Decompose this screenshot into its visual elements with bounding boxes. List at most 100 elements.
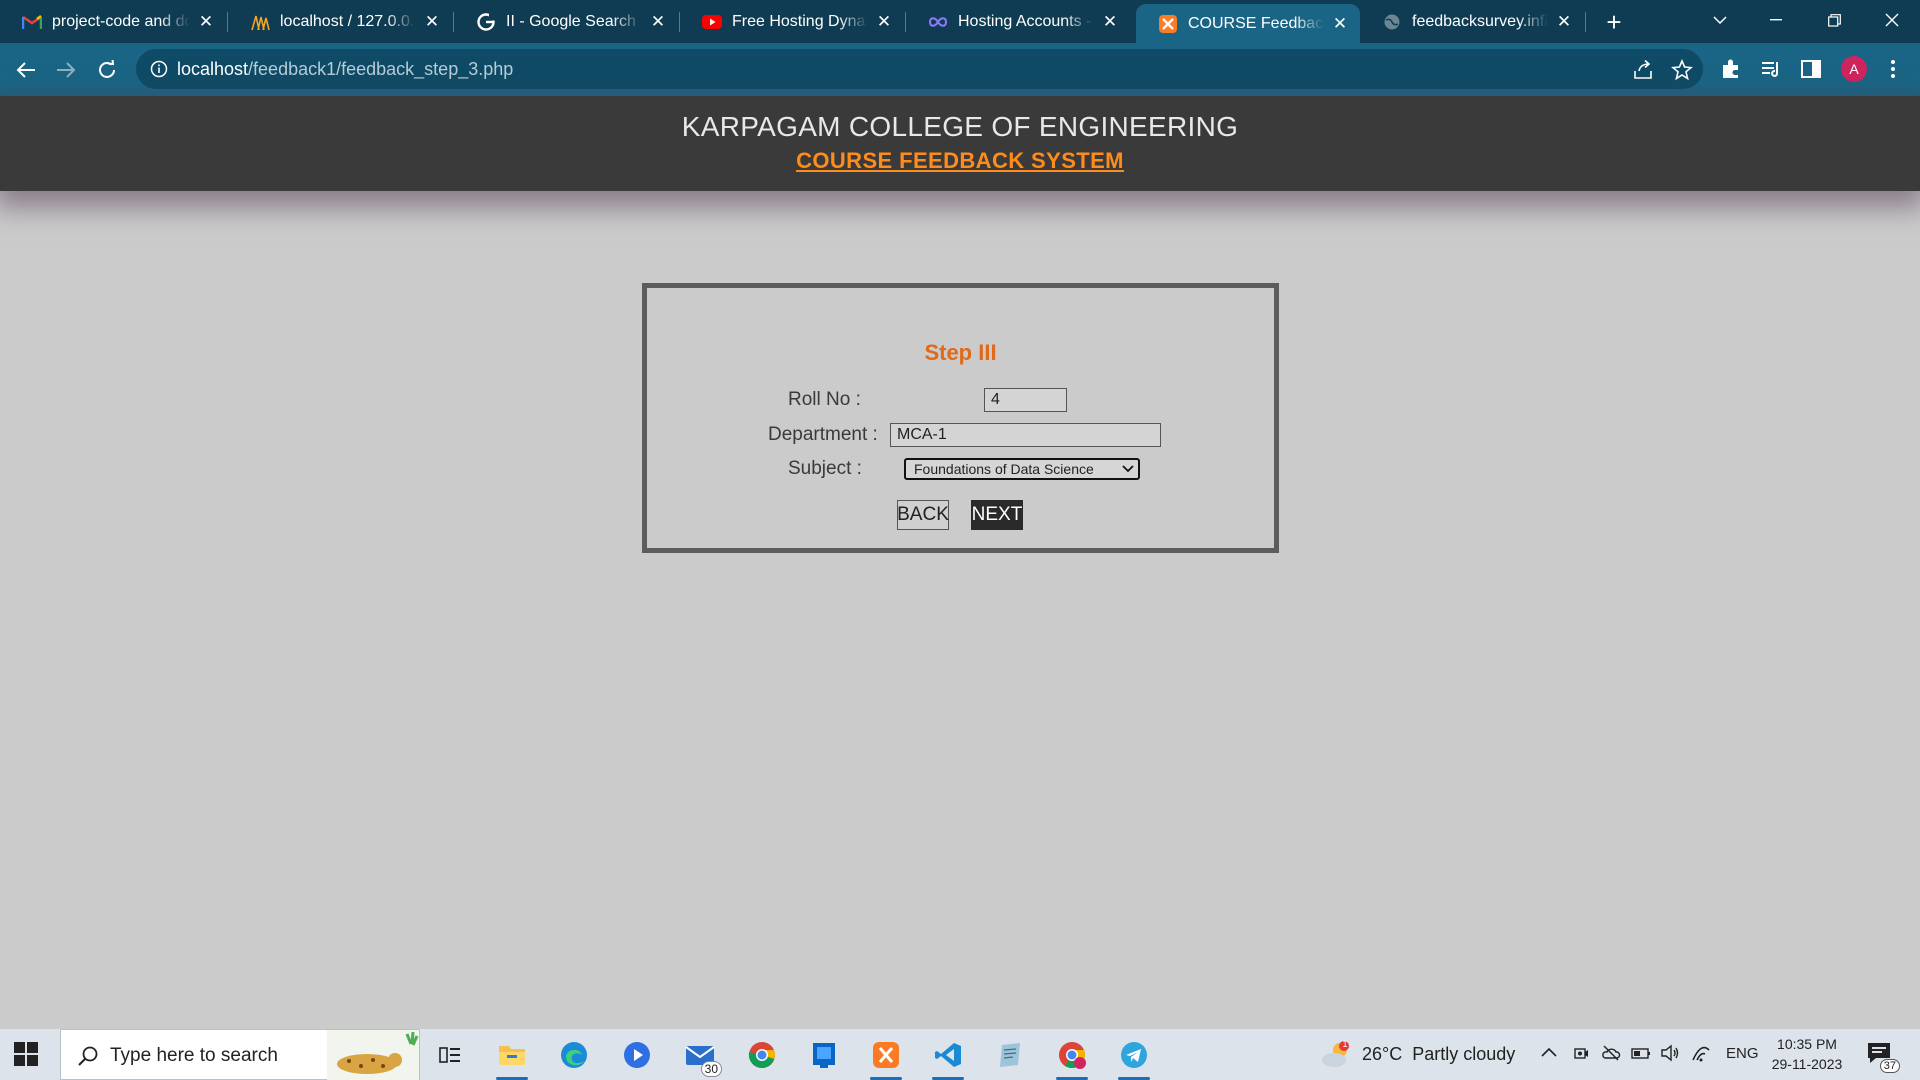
tab-hosting-accounts[interactable]: Hosting Accounts - In ✕ bbox=[906, 0, 1130, 43]
speaker-icon[interactable] bbox=[1660, 1044, 1680, 1064]
close-icon[interactable]: ✕ bbox=[648, 12, 668, 32]
close-icon[interactable]: ✕ bbox=[1330, 14, 1350, 34]
subject-select[interactable]: Foundations of Data Science bbox=[904, 458, 1140, 480]
rollno-label: Roll No : bbox=[788, 389, 861, 410]
search-placeholder: Type here to search bbox=[110, 1045, 278, 1066]
tab-course-feedback[interactable]: COURSE Feedback Sy ✕ bbox=[1136, 4, 1360, 43]
site-info-icon[interactable] bbox=[150, 60, 168, 78]
close-icon[interactable]: ✕ bbox=[1554, 12, 1574, 32]
back-arrow-icon[interactable] bbox=[8, 52, 44, 88]
new-tab-button[interactable]: + bbox=[1600, 7, 1628, 37]
close-window-button[interactable] bbox=[1864, 0, 1920, 40]
notification-count-badge: 37 bbox=[1879, 1059, 1900, 1073]
tab-title: project-code and doc bbox=[52, 12, 190, 30]
tab-title: feedbacksurvey.infini bbox=[1412, 12, 1548, 30]
language-indicator[interactable]: ENG bbox=[1726, 1045, 1759, 1062]
close-icon[interactable]: ✕ bbox=[1100, 12, 1120, 32]
tab-search-chevron-icon[interactable] bbox=[1692, 0, 1748, 40]
vscode-icon[interactable] bbox=[928, 1036, 968, 1080]
url-text: localhost/feedback1/feedback_step_3.php bbox=[177, 59, 513, 80]
taskbar-search-box[interactable]: Type here to search bbox=[60, 1029, 420, 1080]
search-highlight-leopard-icon bbox=[327, 1030, 419, 1080]
clock-time: 10:35 PM bbox=[1777, 1036, 1837, 1052]
close-icon[interactable]: ✕ bbox=[422, 12, 442, 32]
next-button[interactable]: NEXT bbox=[971, 500, 1023, 530]
address-bar[interactable]: localhost/feedback1/feedback_step_3.php bbox=[136, 49, 1703, 89]
back-button[interactable]: BACK bbox=[897, 500, 949, 530]
tab-divider bbox=[1585, 12, 1586, 32]
share-icon[interactable] bbox=[1632, 59, 1654, 81]
browser-toolbar: localhost/feedback1/feedback_step_3.php … bbox=[0, 43, 1920, 96]
media-player-icon[interactable] bbox=[617, 1036, 657, 1074]
youtube-icon bbox=[702, 12, 722, 32]
clock-date: 29-11-2023 bbox=[1771, 1056, 1843, 1072]
infinity-icon bbox=[928, 12, 948, 32]
step-title: Step III bbox=[924, 340, 997, 365]
search-icon bbox=[77, 1045, 99, 1067]
mail-unread-badge: 30 bbox=[700, 1061, 722, 1077]
url-host: localhost bbox=[177, 59, 249, 79]
tab-title: Free Hosting Dynami bbox=[732, 12, 868, 30]
profile-avatar[interactable]: A bbox=[1841, 56, 1867, 82]
subject-selected-value: Foundations of Data Science bbox=[914, 461, 1094, 477]
college-name: KARPAGAM COLLEGE OF ENGINEERING bbox=[681, 111, 1239, 142]
chevron-down-icon bbox=[1118, 465, 1138, 473]
notification-center-icon[interactable]: 37 bbox=[1866, 1041, 1900, 1073]
tab-gmail[interactable]: project-code and doc ✕ bbox=[0, 0, 226, 43]
rollno-input[interactable] bbox=[984, 388, 1067, 412]
feedback-form-panel: Step III Roll No : Department : Subject … bbox=[642, 283, 1279, 553]
url-path: /feedback1/feedback_step_3.php bbox=[248, 59, 514, 79]
windows-taskbar: Type here to search 30 1 26°C Partly clo… bbox=[0, 1029, 1920, 1080]
tab-title: localhost / 127.0.0.1 / bbox=[280, 12, 416, 30]
browser-tab-strip: project-code and doc ✕ localhost / 127.0… bbox=[0, 0, 1920, 43]
weather-cloud-icon: 1 bbox=[1320, 1038, 1354, 1070]
tab-phpmyadmin[interactable]: localhost / 127.0.0.1 / ✕ bbox=[228, 0, 452, 43]
site-header: KARPAGAM COLLEGE OF ENGINEERING COURSE F… bbox=[0, 96, 1920, 191]
tab-youtube[interactable]: Free Hosting Dynami ✕ bbox=[680, 0, 904, 43]
edge-browser-icon[interactable] bbox=[554, 1036, 594, 1074]
globe-icon bbox=[1382, 12, 1402, 32]
tab-title: COURSE Feedback Sy bbox=[1188, 14, 1324, 32]
gmail-icon bbox=[22, 12, 42, 32]
xampp-icon bbox=[1158, 14, 1178, 34]
telegram-icon[interactable] bbox=[1114, 1036, 1154, 1080]
battery-icon[interactable] bbox=[1631, 1044, 1651, 1064]
mail-icon[interactable]: 30 bbox=[680, 1036, 722, 1077]
notepad-icon[interactable] bbox=[990, 1036, 1030, 1074]
xampp-control-icon[interactable] bbox=[866, 1036, 906, 1080]
bookmark-star-icon[interactable] bbox=[1671, 58, 1693, 81]
chrome-profile-icon[interactable] bbox=[1052, 1036, 1092, 1080]
camera-tray-icon[interactable] bbox=[1572, 1044, 1592, 1064]
restore-button[interactable] bbox=[1806, 0, 1862, 40]
weather-alert-badge: 1 bbox=[1342, 1038, 1348, 1049]
chevron-up-icon[interactable] bbox=[1540, 1044, 1560, 1064]
file-explorer-icon[interactable] bbox=[492, 1036, 532, 1080]
system-clock[interactable]: 10:35 PM 29-11-2023 bbox=[1768, 1034, 1846, 1074]
wifi-icon[interactable] bbox=[1691, 1044, 1711, 1064]
forward-arrow-icon[interactable] bbox=[48, 52, 84, 88]
weather-widget[interactable]: 1 26°C Partly cloudy bbox=[1320, 1029, 1515, 1080]
minimize-button[interactable] bbox=[1748, 0, 1804, 40]
tab-feedbacksurvey[interactable]: feedbacksurvey.infini ✕ bbox=[1360, 0, 1584, 43]
phpmyadmin-icon bbox=[250, 12, 270, 32]
tab-google-search[interactable]: II - Google Search ✕ bbox=[454, 0, 678, 43]
close-icon[interactable]: ✕ bbox=[196, 12, 216, 32]
more-menu-icon[interactable] bbox=[1882, 58, 1906, 82]
department-label: Department : bbox=[768, 424, 878, 445]
chrome-icon[interactable] bbox=[742, 1036, 782, 1074]
media-queue-icon[interactable] bbox=[1760, 58, 1784, 82]
weather-text: 26°C Partly cloudy bbox=[1362, 1044, 1516, 1064]
department-input[interactable] bbox=[890, 423, 1161, 447]
google-icon bbox=[476, 12, 496, 32]
task-view-icon[interactable] bbox=[430, 1036, 470, 1074]
close-icon[interactable]: ✕ bbox=[874, 12, 894, 32]
system-name-link[interactable]: COURSE FEEDBACK SYSTEM bbox=[796, 148, 1124, 174]
windows-start-icon[interactable] bbox=[14, 1042, 38, 1066]
store-app-icon[interactable] bbox=[804, 1036, 844, 1074]
reload-icon[interactable] bbox=[89, 52, 125, 88]
side-panel-icon[interactable] bbox=[1800, 58, 1824, 82]
tab-title: II - Google Search bbox=[506, 12, 636, 30]
extensions-puzzle-icon[interactable] bbox=[1720, 58, 1744, 82]
onedrive-offline-icon[interactable] bbox=[1601, 1044, 1621, 1064]
tab-title: Hosting Accounts - In bbox=[958, 12, 1094, 30]
